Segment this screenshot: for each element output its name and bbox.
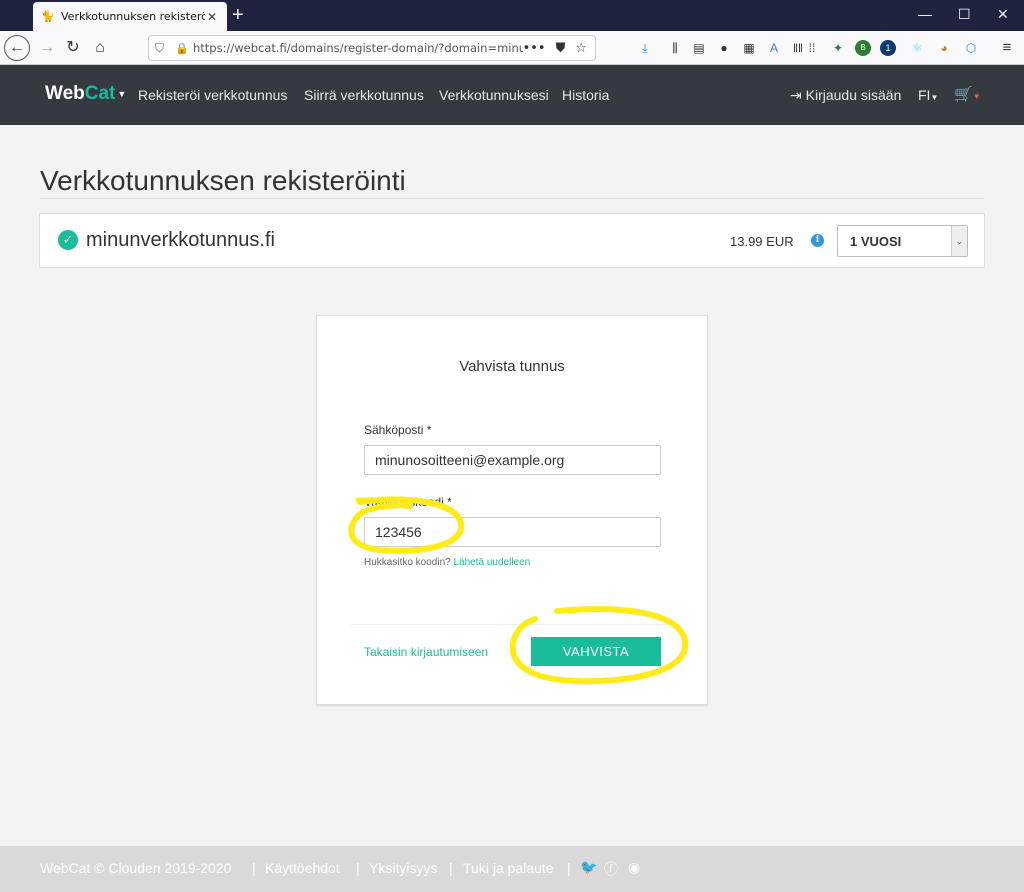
url-text[interactable]: https://webcat.fi/domains/register-domai… (193, 41, 523, 55)
page-title: Verkkotunnuksen rekisteröinti (40, 165, 406, 196)
nav-history[interactable]: Historia (562, 87, 609, 103)
footer-support-link[interactable]: Tuki ja palaute (463, 860, 554, 876)
grid-extension-icon[interactable]: ⁞⁞ (804, 40, 820, 56)
confirm-card: Vahvista tunnus Sähköposti * Vahvistusko… (316, 315, 708, 705)
resend-link[interactable]: Lähetä uudelleen (454, 557, 531, 568)
maximize-icon[interactable]: ☐ (958, 6, 971, 23)
more-actions-icon[interactable]: ••• (523, 41, 546, 56)
minimize-icon[interactable]: — (918, 6, 932, 22)
language-selector[interactable]: FI▼ (918, 87, 938, 103)
nav-transfer-domain[interactable]: Siirrä verkkotunnus (304, 87, 424, 103)
form-divider (351, 624, 675, 625)
pocket-icon[interactable]: ⛊ (556, 41, 566, 56)
site-footer: WebCat © Clouden 2019-2020 | Käyttöehdot… (0, 846, 1024, 892)
browser-tab-bar: 🐈 Verkkotunnuksen rekisteröinti | ✕ + — … (0, 0, 1024, 31)
email-label: Sähköposti * (364, 423, 432, 437)
code-label: Vahvistuskoodi * (364, 495, 452, 509)
confirm-button[interactable]: VAHVISTA (531, 637, 661, 666)
back-arrow-icon[interactable]: ← (4, 35, 30, 61)
lock-icon[interactable]: 🔒 (175, 42, 189, 55)
cat-favicon-icon: 🐈 (41, 10, 55, 23)
nav-register-domain[interactable]: Rekisteröi verkkotunnus (138, 87, 287, 103)
title-divider (40, 198, 984, 199)
brand-logo[interactable]: WebCat ▼ (45, 83, 126, 105)
domain-name: minunverkkotunnus.fi (86, 229, 275, 251)
footer-terms-link[interactable]: Käyttöehdot (265, 860, 340, 876)
extensions-grid-icon[interactable]: ▦ (741, 40, 757, 56)
close-window-icon[interactable]: ✕ (997, 6, 1009, 23)
info-icon[interactable]: i (811, 234, 824, 247)
badge-extension-icon[interactable]: B (855, 40, 871, 56)
brand-cat: Cat (84, 83, 116, 104)
footer-privacy-link[interactable]: Yksityisyys (369, 860, 437, 876)
caret-down-icon: ▼ (117, 88, 127, 99)
domain-card: ✓ minunverkkotunnus.fi 13.99 EUR i 1 VUO… (39, 213, 985, 268)
address-bar[interactable]: ⛉ 🔒 https://webcat.fi/domains/register-d… (148, 35, 596, 61)
tab-title: Verkkotunnuksen rekisteröinti | (61, 10, 205, 23)
shield-icon[interactable]: ⛉ (155, 41, 169, 56)
footer-copyright: WebCat © Clouden 2019-2020 (40, 860, 232, 876)
back-to-login-link[interactable]: Takaisin kirjautumiseen (364, 645, 488, 659)
reload-icon[interactable]: ↻ (62, 37, 84, 59)
footer-separator: | (449, 860, 453, 876)
password-manager-icon[interactable]: 1 (880, 40, 896, 56)
email-field[interactable] (364, 445, 661, 475)
hamburger-menu-icon[interactable]: ≡ (999, 40, 1015, 56)
browser-toolbar: ← → ↻ ⌂ ⛉ 🔒 https://webcat.fi/domains/re… (0, 31, 1024, 65)
twitter-icon[interactable]: 🐦 (580, 859, 597, 876)
footer-separator: | (356, 860, 360, 876)
footer-separator: | (567, 860, 571, 876)
sidebar-icon[interactable]: ▤ (691, 40, 707, 56)
chevron-down-icon[interactable]: ⌄ (951, 226, 967, 256)
nav-your-domains[interactable]: Verkkotunnuksesi (439, 87, 549, 103)
sign-in-icon: ⇥ (790, 87, 802, 103)
shopping-cart-icon[interactable]: 🛒▼ (954, 85, 981, 103)
login-link[interactable]: ⇥ Kirjaudu sisään (790, 87, 901, 104)
period-value: 1 VUOSI (850, 234, 902, 249)
github-icon[interactable]: ◉ (628, 859, 640, 876)
brand-web: Web (45, 83, 85, 104)
lost-code-help: Hukkasitko koodin? Lähetä uudelleen (364, 557, 530, 568)
forward-arrow-icon[interactable]: → (36, 37, 58, 59)
library-icon[interactable]: ⫼ (667, 40, 683, 56)
lost-code-text: Hukkasitko koodin? (364, 557, 451, 568)
footer-separator: | (252, 860, 256, 876)
vue-extension-icon[interactable]: ⬡ (963, 40, 979, 56)
translate-icon[interactable]: A (766, 40, 782, 56)
rocket-extension-icon[interactable]: ✦ (830, 40, 846, 56)
check-circle-icon: ✓ (58, 230, 78, 250)
site-header: WebCat ▼ Rekisteröi verkkotunnus Siirrä v… (0, 65, 1024, 125)
browser-tab[interactable]: 🐈 Verkkotunnuksen rekisteröinti | ✕ (33, 2, 227, 31)
period-select[interactable]: 1 VUOSI ⌄ (837, 225, 968, 257)
account-icon[interactable]: ● (716, 40, 732, 56)
color-picker-icon[interactable]: ◕ (936, 40, 952, 56)
close-tab-icon[interactable]: ✕ (205, 10, 219, 24)
new-tab-button[interactable]: + (232, 4, 244, 26)
form-title: Vahvista tunnus (459, 358, 565, 375)
react-devtools-icon[interactable]: ⚛ (909, 40, 925, 56)
domain-price: 13.99 EUR (730, 234, 794, 249)
download-icon[interactable]: ⤓ (637, 40, 653, 56)
verification-code-field[interactable] (364, 517, 661, 547)
caret-down-icon: ▼ (930, 93, 939, 102)
facebook-icon[interactable]: ⓕ (604, 859, 618, 879)
home-icon[interactable]: ⌂ (89, 37, 111, 59)
bookmark-star-icon[interactable]: ☆ (575, 41, 587, 56)
